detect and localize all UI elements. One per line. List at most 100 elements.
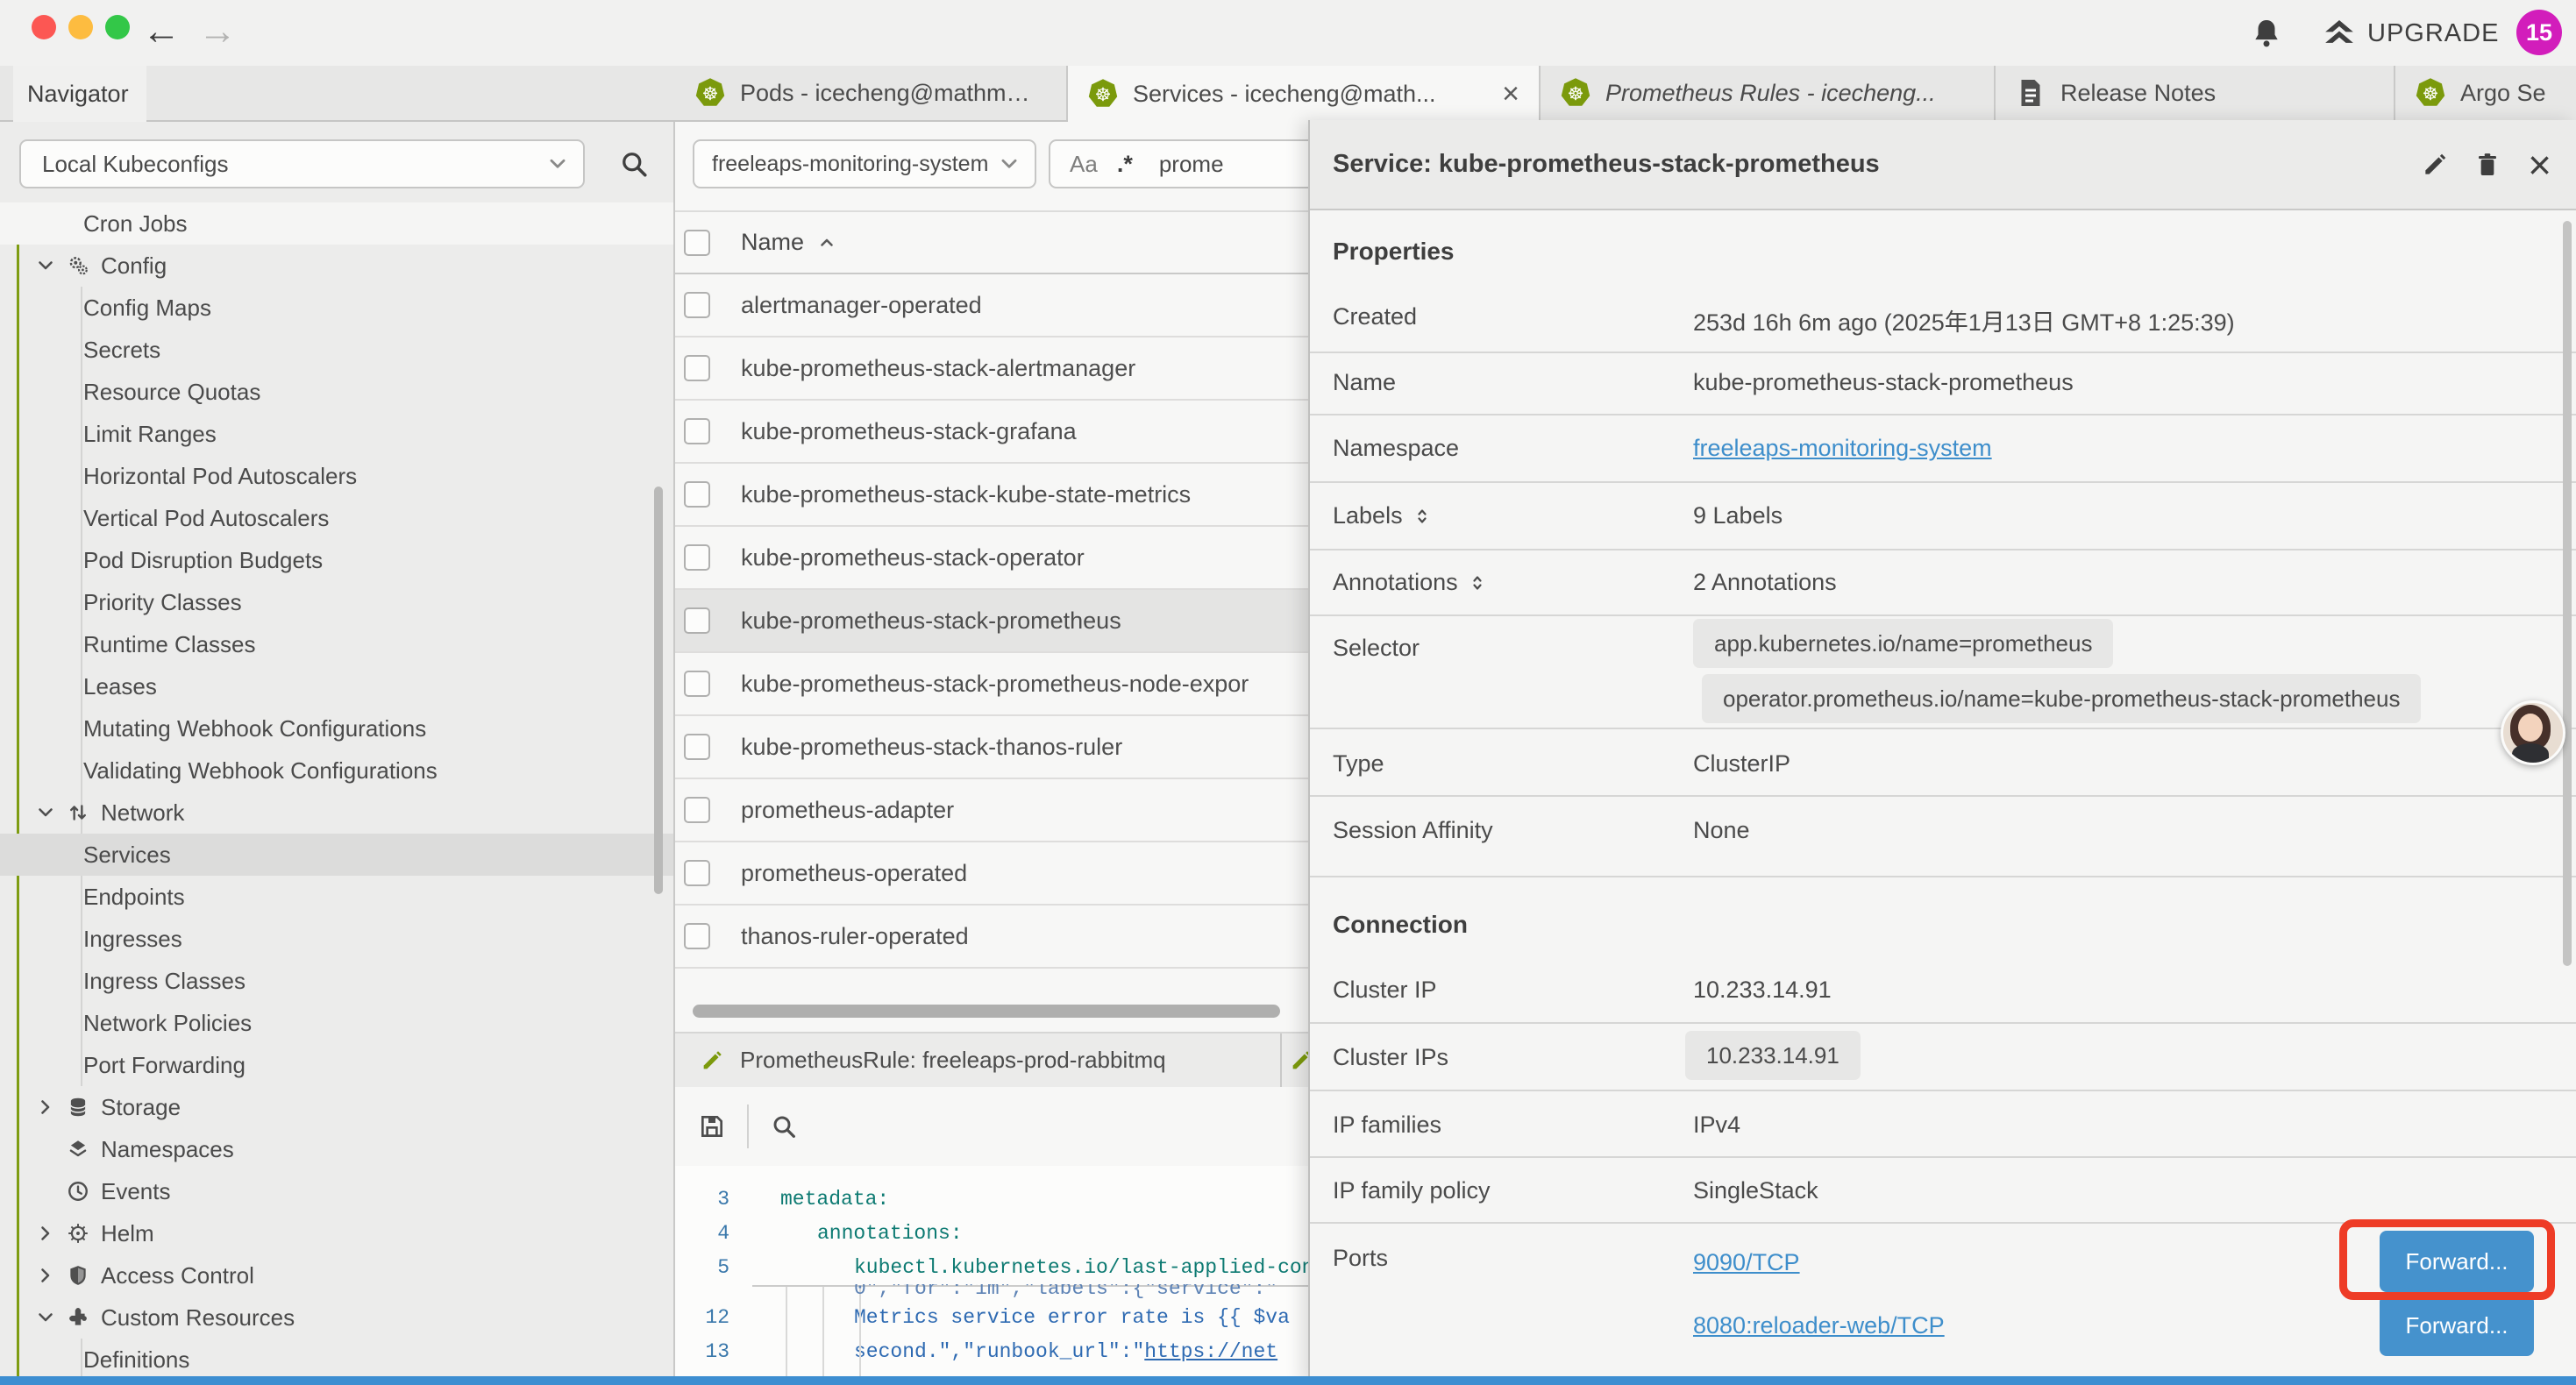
name-column-header[interactable]: Name <box>741 229 804 256</box>
dock-tab-prometheusrule[interactable]: PrometheusRule: freeleaps-prod-rabbitmq <box>675 1033 1282 1087</box>
sidebar-item[interactable]: Network Policies <box>0 1002 673 1044</box>
chevron-right-icon[interactable] <box>35 1223 56 1244</box>
sidebar-item[interactable]: Port Forwarding <box>0 1044 673 1086</box>
delete-trash-icon[interactable] <box>2473 151 2501 179</box>
traffic-light-maximize-button[interactable] <box>105 15 130 39</box>
edit-pencil-icon[interactable] <box>2421 151 2449 179</box>
cluster-tab[interactable]: ☸ Prometheus Rules - icecheng... <box>1541 66 1996 120</box>
service-row[interactable]: kube-prometheus-stack-prometheus <box>675 590 1308 653</box>
sidebar-item[interactable]: Leases <box>0 665 673 707</box>
row-checkbox[interactable] <box>684 544 710 571</box>
sidebar-item[interactable]: Cron Jobs <box>0 202 673 245</box>
yaml-editor[interactable]: 3 metadata: 4 annotations: 5 kubectl.kub… <box>675 1166 1308 1385</box>
namespace-selector[interactable]: freeleaps-monitoring-system <box>693 139 1036 188</box>
service-row[interactable]: kube-prometheus-stack-grafana <box>675 401 1308 464</box>
save-icon[interactable] <box>698 1112 726 1140</box>
traffic-light-close-button[interactable] <box>32 15 56 39</box>
editor-line: 3 metadata: <box>675 1182 1308 1216</box>
navigator-tab[interactable]: Navigator <box>13 66 146 122</box>
sidebar-item[interactable]: Resource Quotas <box>0 371 673 413</box>
sidebar-item[interactable]: Helm <box>0 1212 673 1254</box>
row-checkbox[interactable] <box>684 797 710 823</box>
back-arrow-icon[interactable]: ← <box>142 7 181 56</box>
chevron-right-icon[interactable] <box>35 1265 56 1286</box>
sidebar-item[interactable]: Config Maps <box>0 287 673 329</box>
forward-button[interactable]: Forward... <box>2380 1295 2534 1356</box>
details-scrollbar-thumb[interactable] <box>2563 221 2572 966</box>
sidebar-item[interactable]: Ingresses <box>0 918 673 960</box>
sidebar-item[interactable]: Validating Webhook Configurations <box>0 749 673 792</box>
bell-icon[interactable] <box>2250 17 2283 50</box>
search-icon[interactable] <box>618 148 650 180</box>
cluster-tab[interactable]: Release Notes <box>1996 66 2395 120</box>
sort-ascending-icon[interactable] <box>816 232 837 253</box>
service-row[interactable]: prometheus-operated <box>675 842 1308 906</box>
sidebar-item[interactable]: Endpoints <box>0 876 673 918</box>
kubeconfig-selector[interactable]: Local Kubeconfigs <box>19 139 585 188</box>
row-checkbox[interactable] <box>684 860 710 886</box>
sidebar-item[interactable]: Priority Classes <box>0 581 673 623</box>
sidebar-item[interactable]: Network <box>0 792 673 834</box>
namespace-link[interactable]: freeleaps-monitoring-system <box>1693 435 1992 462</box>
sidebar-item[interactable]: Limit Ranges <box>0 413 673 455</box>
chevron-right-icon[interactable] <box>35 1097 56 1118</box>
service-row[interactable]: kube-prometheus-stack-thanos-ruler <box>675 716 1308 779</box>
dock-tab-partial[interactable] <box>1282 1033 1308 1087</box>
sidebar-item[interactable]: Mutating Webhook Configurations <box>0 707 673 749</box>
cluster-tab[interactable]: ☸ Services - icecheng@math... × <box>1068 66 1541 122</box>
chevron-down-icon[interactable] <box>35 802 56 823</box>
table-search-input[interactable]: Aa .* prome <box>1049 139 1308 188</box>
sidebar-item[interactable]: Storage <box>0 1086 673 1128</box>
sidebar-item[interactable]: Config <box>0 245 673 287</box>
notification-count-badge[interactable]: 15 <box>2516 10 2562 55</box>
horizontal-scrollbar-thumb[interactable] <box>693 1005 1280 1018</box>
sidebar-item[interactable]: Ingress Classes <box>0 960 673 1002</box>
service-row[interactable]: kube-prometheus-stack-kube-state-metrics <box>675 464 1308 527</box>
service-row[interactable]: prometheus-adapter <box>675 779 1308 842</box>
sidebar-item[interactable]: Pod Disruption Budgets <box>0 539 673 581</box>
chevron-down-icon[interactable] <box>35 1307 56 1328</box>
row-checkbox[interactable] <box>684 481 710 508</box>
sidebar-item[interactable]: Vertical Pod Autoscalers <box>0 497 673 539</box>
sidebar-item[interactable]: Namespaces <box>0 1128 673 1170</box>
service-row[interactable]: kube-prometheus-stack-operator <box>675 527 1308 590</box>
service-row[interactable]: alertmanager-operated <box>675 274 1308 337</box>
sidebar-item[interactable]: Services <box>0 834 673 876</box>
expand-collapse-icon[interactable] <box>1412 506 1433 527</box>
sidebar-item[interactable]: Secrets <box>0 329 673 371</box>
cluster-tab[interactable]: ☸ Pods - icecheng@mathmas... <box>675 66 1068 120</box>
forward-arrow-icon[interactable]: → <box>198 7 237 56</box>
port-link-9090[interactable]: 9090/TCP <box>1693 1249 1800 1276</box>
close-icon[interactable]: × <box>2528 151 2551 179</box>
sidebar-item[interactable]: Definitions <box>0 1339 673 1381</box>
tab-close-icon[interactable]: × <box>1490 77 1519 111</box>
sidebar-item[interactable]: Access Control <box>0 1254 673 1296</box>
expand-collapse-icon[interactable] <box>1467 572 1488 593</box>
cluster-tab[interactable]: ☸ Argo Se <box>2395 66 2576 120</box>
sidebar-item[interactable]: Custom Resources <box>0 1296 673 1339</box>
select-all-checkbox[interactable] <box>684 230 710 256</box>
upgrade-button[interactable]: UPGRADE <box>2367 19 2499 48</box>
avatar[interactable] <box>2501 700 2565 765</box>
chevron-down-icon[interactable] <box>35 255 56 276</box>
sidebar-scrollbar-thumb[interactable] <box>654 487 663 894</box>
sidebar-item[interactable]: Runtime Classes <box>0 623 673 665</box>
row-checkbox[interactable] <box>684 671 710 697</box>
row-checkbox[interactable] <box>684 292 710 318</box>
editor-search-icon[interactable] <box>770 1112 798 1140</box>
service-row[interactable]: thanos-ruler-operated <box>675 906 1308 969</box>
sidebar-item[interactable]: Horizontal Pod Autoscalers <box>0 455 673 497</box>
match-case-toggle[interactable]: Aa <box>1070 151 1098 178</box>
service-row[interactable]: kube-prometheus-stack-prometheus-node-ex… <box>675 653 1308 716</box>
row-checkbox[interactable] <box>684 607 710 634</box>
row-checkbox[interactable] <box>684 734 710 760</box>
traffic-light-minimize-button[interactable] <box>68 15 93 39</box>
upgrade-icon[interactable] <box>2322 16 2357 51</box>
service-row[interactable]: kube-prometheus-stack-alertmanager <box>675 337 1308 401</box>
port-link-8080[interactable]: 8080:reloader-web/TCP <box>1693 1312 1945 1339</box>
row-checkbox[interactable] <box>684 923 710 949</box>
sidebar-item[interactable]: Events <box>0 1170 673 1212</box>
row-checkbox[interactable] <box>684 355 710 381</box>
row-checkbox[interactable] <box>684 418 710 444</box>
regex-toggle[interactable]: .* <box>1117 151 1133 178</box>
